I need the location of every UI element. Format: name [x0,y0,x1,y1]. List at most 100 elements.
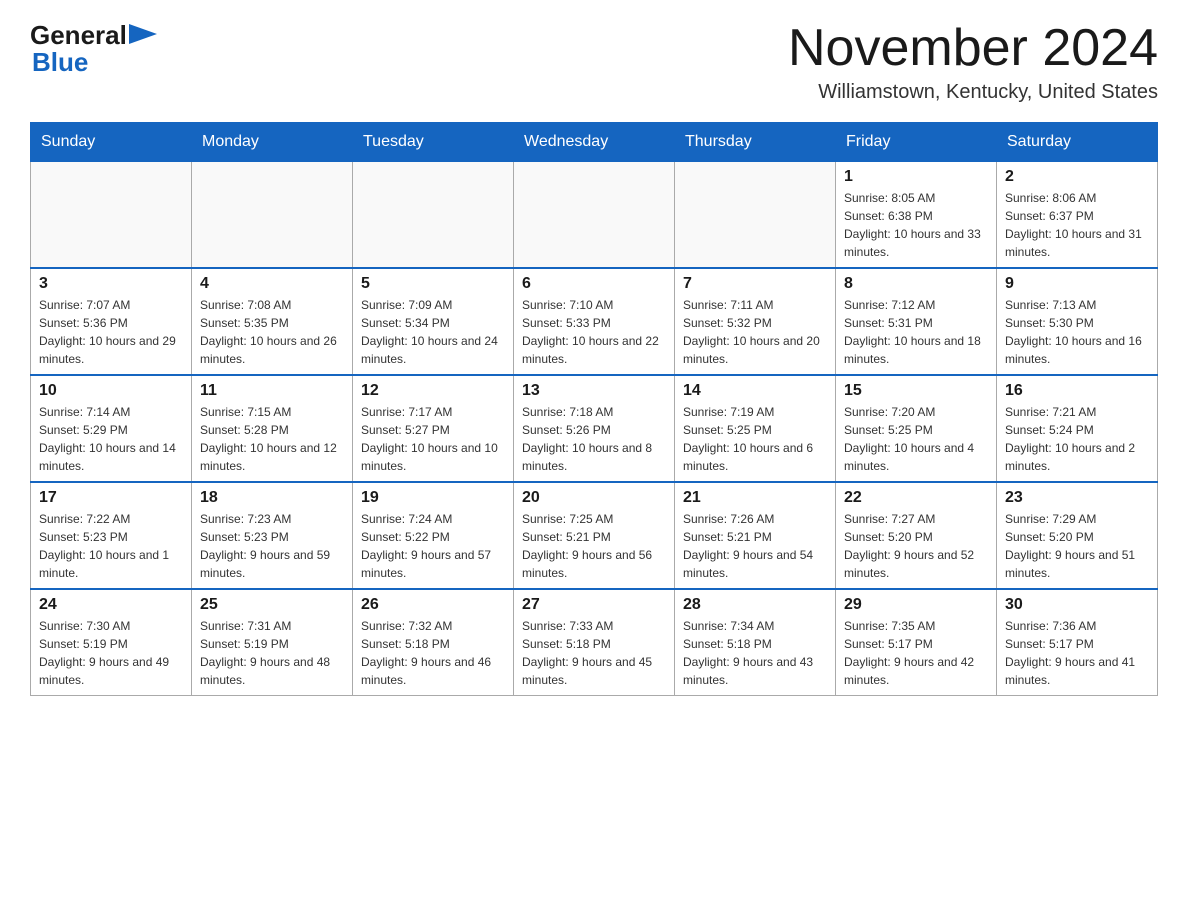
calendar-cell [675,162,836,269]
day-info: Sunrise: 7:30 AMSunset: 5:19 PMDaylight:… [39,617,183,689]
day-info: Sunrise: 8:06 AMSunset: 6:37 PMDaylight:… [1005,189,1149,261]
day-info: Sunrise: 7:35 AMSunset: 5:17 PMDaylight:… [844,617,988,689]
calendar-week-row: 1Sunrise: 8:05 AMSunset: 6:38 PMDaylight… [31,162,1158,269]
day-info: Sunrise: 7:21 AMSunset: 5:24 PMDaylight:… [1005,403,1149,475]
weekday-header-friday: Friday [836,123,997,162]
weekday-header-wednesday: Wednesday [514,123,675,162]
calendar-cell: 23Sunrise: 7:29 AMSunset: 5:20 PMDayligh… [997,482,1158,589]
day-info: Sunrise: 7:20 AMSunset: 5:25 PMDaylight:… [844,403,988,475]
day-number: 20 [522,489,666,507]
weekday-header-row: SundayMondayTuesdayWednesdayThursdayFrid… [31,123,1158,162]
calendar-cell: 9 Sunrise: 7:13 AMSunset: 5:30 PMDaylight… [997,268,1158,375]
calendar-week-row: 10 Sunrise: 7:14 AMSunset: 5:29 PMDayligh… [31,375,1158,482]
calendar-cell: 16 Sunrise: 7:21 AMSunset: 5:24 PMDayligh… [997,375,1158,482]
calendar-cell: 2 Sunrise: 8:06 AMSunset: 6:37 PMDaylight… [997,162,1158,269]
day-number: 25 [200,596,344,614]
day-number: 12 [361,382,505,400]
day-info: Sunrise: 7:32 AMSunset: 5:18 PMDaylight:… [361,617,505,689]
calendar-cell [192,162,353,269]
day-number: 7 [683,275,827,293]
day-info: Sunrise: 7:13 AMSunset: 5:30 PMDaylight:… [1005,296,1149,368]
day-number: 26 [361,596,505,614]
weekday-header-thursday: Thursday [675,123,836,162]
day-info: Sunrise: 7:17 AMSunset: 5:27 PMDaylight:… [361,403,505,475]
calendar-cell: 17Sunrise: 7:22 AMSunset: 5:23 PMDayligh… [31,482,192,589]
day-info: Sunrise: 7:25 AMSunset: 5:21 PMDaylight:… [522,510,666,582]
day-number: 10 [39,382,183,400]
day-number: 4 [200,275,344,293]
calendar-cell [514,162,675,269]
calendar-cell: 7 Sunrise: 7:11 AMSunset: 5:32 PMDaylight… [675,268,836,375]
calendar-cell: 1Sunrise: 8:05 AMSunset: 6:38 PMDaylight… [836,162,997,269]
day-number: 17 [39,489,183,507]
day-number: 21 [683,489,827,507]
calendar-week-row: 24 Sunrise: 7:30 AMSunset: 5:19 PMDayligh… [31,589,1158,696]
day-number: 18 [200,489,344,507]
day-info: Sunrise: 7:18 AMSunset: 5:26 PMDaylight:… [522,403,666,475]
weekday-header-sunday: Sunday [31,123,192,162]
calendar-cell: 26 Sunrise: 7:32 AMSunset: 5:18 PMDayligh… [353,589,514,696]
day-number: 22 [844,489,988,507]
day-info: Sunrise: 7:27 AMSunset: 5:20 PMDaylight:… [844,510,988,582]
title-block: November 2024 Williamstown, Kentucky, Un… [788,20,1158,104]
day-number: 15 [844,382,988,400]
calendar-cell: 18 Sunrise: 7:23 AMSunset: 5:23 PMDayligh… [192,482,353,589]
day-number: 9 [1005,275,1149,293]
calendar-cell: 19Sunrise: 7:24 AMSunset: 5:22 PMDayligh… [353,482,514,589]
day-info: Sunrise: 7:33 AMSunset: 5:18 PMDaylight:… [522,617,666,689]
day-number: 28 [683,596,827,614]
weekday-header-monday: Monday [192,123,353,162]
location-subtitle: Williamstown, Kentucky, United States [788,81,1158,104]
day-number: 8 [844,275,988,293]
day-number: 11 [200,382,344,400]
day-number: 29 [844,596,988,614]
calendar-cell: 12 Sunrise: 7:17 AMSunset: 5:27 PMDayligh… [353,375,514,482]
day-info: Sunrise: 7:23 AMSunset: 5:23 PMDaylight:… [200,510,344,582]
calendar-cell: 25Sunrise: 7:31 AMSunset: 5:19 PMDayligh… [192,589,353,696]
calendar-cell: 4Sunrise: 7:08 AMSunset: 5:35 PMDaylight… [192,268,353,375]
day-info: Sunrise: 7:09 AMSunset: 5:34 PMDaylight:… [361,296,505,368]
day-info: Sunrise: 7:07 AMSunset: 5:36 PMDaylight:… [39,296,183,368]
month-title: November 2024 [788,20,1158,77]
calendar-cell: 8 Sunrise: 7:12 AMSunset: 5:31 PMDaylight… [836,268,997,375]
logo-blue-text: Blue [30,47,88,78]
calendar-cell: 15 Sunrise: 7:20 AMSunset: 5:25 PMDayligh… [836,375,997,482]
day-info: Sunrise: 7:24 AMSunset: 5:22 PMDaylight:… [361,510,505,582]
calendar-cell: 10 Sunrise: 7:14 AMSunset: 5:29 PMDayligh… [31,375,192,482]
page-header: General Blue November 2024 Williamstown,… [30,20,1158,104]
day-number: 27 [522,596,666,614]
calendar-table: SundayMondayTuesdayWednesdayThursdayFrid… [30,122,1158,696]
logo: General Blue [30,20,159,78]
day-info: Sunrise: 7:11 AMSunset: 5:32 PMDaylight:… [683,296,827,368]
calendar-cell: 28Sunrise: 7:34 AMSunset: 5:18 PMDayligh… [675,589,836,696]
calendar-cell: 20 Sunrise: 7:25 AMSunset: 5:21 PMDayligh… [514,482,675,589]
calendar-cell: 3 Sunrise: 7:07 AMSunset: 5:36 PMDaylight… [31,268,192,375]
day-info: Sunrise: 7:14 AMSunset: 5:29 PMDaylight:… [39,403,183,475]
calendar-cell: 27 Sunrise: 7:33 AMSunset: 5:18 PMDayligh… [514,589,675,696]
day-info: Sunrise: 7:26 AMSunset: 5:21 PMDaylight:… [683,510,827,582]
calendar-week-row: 3 Sunrise: 7:07 AMSunset: 5:36 PMDaylight… [31,268,1158,375]
calendar-cell [353,162,514,269]
calendar-cell: 11 Sunrise: 7:15 AMSunset: 5:28 PMDayligh… [192,375,353,482]
day-info: Sunrise: 8:05 AMSunset: 6:38 PMDaylight:… [844,189,988,261]
day-number: 3 [39,275,183,293]
logo-flag-icon [129,24,157,44]
calendar-cell: 24 Sunrise: 7:30 AMSunset: 5:19 PMDayligh… [31,589,192,696]
calendar-cell: 30Sunrise: 7:36 AMSunset: 5:17 PMDayligh… [997,589,1158,696]
day-number: 24 [39,596,183,614]
calendar-cell: 22 Sunrise: 7:27 AMSunset: 5:20 PMDayligh… [836,482,997,589]
day-number: 5 [361,275,505,293]
calendar-cell: 14Sunrise: 7:19 AMSunset: 5:25 PMDayligh… [675,375,836,482]
calendar-cell: 6Sunrise: 7:10 AMSunset: 5:33 PMDaylight… [514,268,675,375]
calendar-week-row: 17Sunrise: 7:22 AMSunset: 5:23 PMDayligh… [31,482,1158,589]
day-number: 2 [1005,168,1149,186]
day-info: Sunrise: 7:15 AMSunset: 5:28 PMDaylight:… [200,403,344,475]
calendar-cell: 29 Sunrise: 7:35 AMSunset: 5:17 PMDayligh… [836,589,997,696]
day-info: Sunrise: 7:12 AMSunset: 5:31 PMDaylight:… [844,296,988,368]
day-number: 13 [522,382,666,400]
day-number: 16 [1005,382,1149,400]
calendar-cell: 13 Sunrise: 7:18 AMSunset: 5:26 PMDayligh… [514,375,675,482]
day-info: Sunrise: 7:19 AMSunset: 5:25 PMDaylight:… [683,403,827,475]
day-info: Sunrise: 7:10 AMSunset: 5:33 PMDaylight:… [522,296,666,368]
weekday-header-saturday: Saturday [997,123,1158,162]
